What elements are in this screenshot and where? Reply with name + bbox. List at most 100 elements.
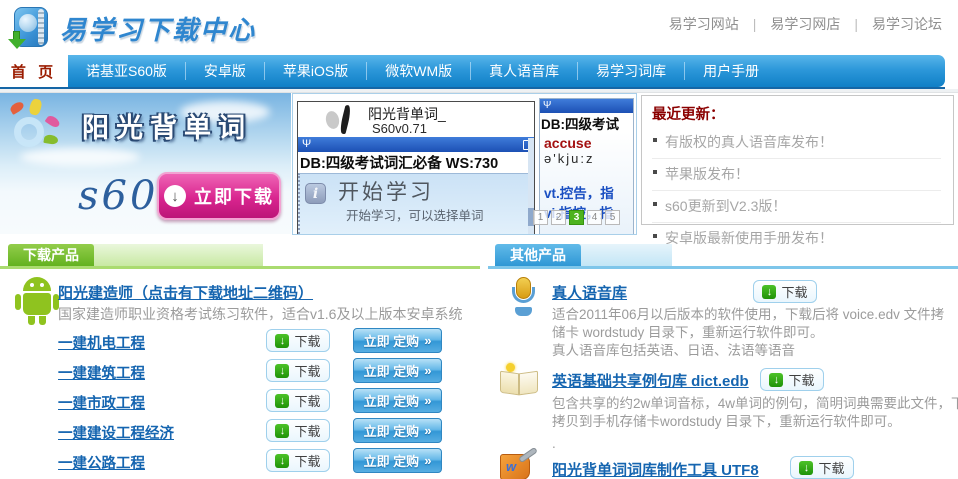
carousel-page-2[interactable]: 2 [551,210,566,225]
top-links: 易学习网站 | 易学习网店 | 易学习论坛 [669,14,942,34]
word-meaning: vt.控告，指 [544,182,633,202]
main-nav: 诺基亚S60版 安卓版 苹果iOS版 微软WM版 真人语音库 易学习词库 用户手… [68,55,945,87]
nav-tab-dictionary[interactable]: 易学习词库 [578,62,685,80]
item-link-highway[interactable]: 一建公路工程 [58,452,145,473]
top-link-separator: | [753,16,757,32]
download-button[interactable]: ↓ 下载 [753,280,817,303]
download-button[interactable]: ↓ 下载 [266,419,330,442]
nav-tab-home[interactable]: 首 页 [0,55,68,87]
nav-tab-wm[interactable]: 微软WM版 [367,62,471,80]
signal-icon: Ψ [302,137,311,152]
banner-download-button[interactable]: ↓ 立即下载 [157,172,281,220]
download-arrow-icon: ↓ [275,454,289,468]
download-button[interactable]: ↓ 下载 [266,449,330,472]
item-link-construction[interactable]: 一建建筑工程 [58,362,145,383]
order-button[interactable]: 立即 定购 » [353,448,442,473]
chevron-right-icon: » [424,333,431,348]
carousel-page-4[interactable]: 4 [587,210,602,225]
site-title: 易学习下载中心 [60,10,256,47]
db-status-line: DB:四级考试 [540,113,633,132]
backpack-download-icon [8,5,52,51]
item-link-economy[interactable]: 一建建设工程经济 [58,422,174,443]
chevron-right-icon: » [424,393,431,408]
download-button[interactable]: ↓ 下载 [760,368,824,391]
bullet-icon [653,202,657,206]
chevron-right-icon: » [424,363,431,378]
update-item[interactable]: s60更新到V2.3版！ [652,191,941,223]
update-item[interactable]: 有版权的真人语音库发布！ [652,127,941,159]
nav-tab-ios[interactable]: 苹果iOS版 [265,62,367,80]
top-link-forum[interactable]: 易学习论坛 [872,14,942,34]
app-logo-icon [324,110,340,130]
hero-banner: 阳光背单词 s60版 ↓ 立即下载 [0,93,291,234]
sentence-library-desc: 包含共享的约2w单词音标，4w单词的例句，简明词典需要此文件，下 [552,392,958,412]
nav-tab-voice-library[interactable]: 真人语音库 [471,62,578,80]
bullet-icon [653,138,657,142]
flower-logo-icon [4,99,68,163]
download-arrow-icon: ↓ [275,334,289,348]
item-link-municipal[interactable]: 一建市政工程 [58,392,145,413]
order-button[interactable]: 立即 定购 » [353,358,442,383]
recent-updates-panel: 最近更新： 有版权的真人语音库发布！ 苹果版发布！ s60更新到V2.3版！ 安… [641,95,954,225]
download-arrow-icon: ↓ [762,285,776,299]
voice-library-link[interactable]: 真人语音库 [552,282,627,303]
order-button[interactable]: 立即 定购 » [353,418,442,443]
download-arrow-icon: ↓ [275,394,289,408]
book-icon [498,363,540,399]
carousel-page-1[interactable]: 1 [533,210,548,225]
app-screenshot-start: 阳光背单词_ S60v0.71 Ψ DB:四级考试词汇必备 WS:730 i 开… [297,101,535,235]
download-button[interactable]: ↓ 下载 [266,329,330,352]
download-arrow-icon: ↓ [164,185,186,207]
dictionary-tool-link[interactable]: 阳光背单词词库制作工具 UTF8 [552,459,759,479]
order-button[interactable]: 立即 定购 » [353,328,442,353]
voice-library-desc: 储卡 wordstudy 目录下，重新运行软件即可。 [552,321,824,341]
other-products-tab[interactable]: 其他产品 [495,244,581,266]
menu-item-title: 开始学习 [338,176,434,206]
info-icon: i [305,183,326,204]
nav-tab-android[interactable]: 安卓版 [186,62,265,80]
product-desc: 国家建造师职业资格考试练习软件，适合v1.6及以上版本安卓系统 [58,304,462,324]
download-button[interactable]: ↓ 下载 [790,456,854,479]
download-products-tab[interactable]: 下载产品 [8,244,94,266]
download-arrow-icon: ↓ [799,461,813,475]
menu-item-desc: 开始学习，可以选择单词 [346,205,484,224]
item-link-mechanical[interactable]: 一建机电工程 [58,332,145,353]
app-version: S60v0.71 [372,121,427,136]
bullet-icon [653,234,657,238]
download-button[interactable]: ↓ 下载 [266,389,330,412]
chevron-right-icon: » [424,453,431,468]
site-logo[interactable]: 易学习下载中心 [8,5,256,51]
android-icon [14,277,60,327]
carousel-page-3-active[interactable]: 3 [569,210,584,225]
word-entry: accuse [544,135,633,151]
download-arrow-icon: ↓ [769,373,783,387]
download-arrow-icon: ↓ [275,364,289,378]
carousel-page-5[interactable]: 5 [605,210,620,225]
top-link-website[interactable]: 易学习网站 [669,14,739,34]
voice-library-desc: 真人语音库包括英语、日语、法语等语音 [552,339,795,359]
download-button[interactable]: ↓ 下载 [266,359,330,382]
signal-icon: Ψ [543,99,551,113]
screenshot-carousel: 阳光背单词_ S60v0.71 Ψ DB:四级考试词汇必备 WS:730 i 开… [292,93,637,235]
order-button[interactable]: 立即 定购 » [353,388,442,413]
sentence-library-link[interactable]: 英语基础共享例句库 dict.edb [552,370,749,391]
microphone-icon [506,277,542,319]
carousel-pagination: 1 2 3 4 5 [533,210,620,225]
chevron-right-icon: » [424,423,431,438]
download-products-header: 下载产品 [0,244,480,269]
sentence-library-desc: . [552,436,556,451]
update-item[interactable]: 苹果版发布！ [652,159,941,191]
db-status-line: DB:四级考试词汇必备 WS:730 [298,152,534,173]
nav-tab-manual[interactable]: 用户手册 [685,62,777,80]
bullet-icon [653,170,657,174]
banner-title: 阳光背单词 [82,106,252,145]
sentence-library-desc: 拷贝到手机存储卡wordstudy 目录下，重新运行软件即可。 [552,410,901,430]
other-products-header: 其他产品 [488,244,958,269]
page: 易学习下载中心 易学习网站 | 易学习网店 | 易学习论坛 首 页 诺基亚S60… [0,0,958,479]
product-link-builder[interactable]: 阳光建造师（点击有下载地址二维码） [58,282,313,303]
top-link-shop[interactable]: 易学习网店 [770,14,840,34]
voice-library-desc: 适合2011年06月以后版本的软件使用，下载后将 voice.edv 文件拷 [552,303,944,323]
top-link-separator: | [854,16,858,32]
recent-updates-title: 最近更新： [652,101,941,127]
nav-tab-s60[interactable]: 诺基亚S60版 [68,62,186,80]
